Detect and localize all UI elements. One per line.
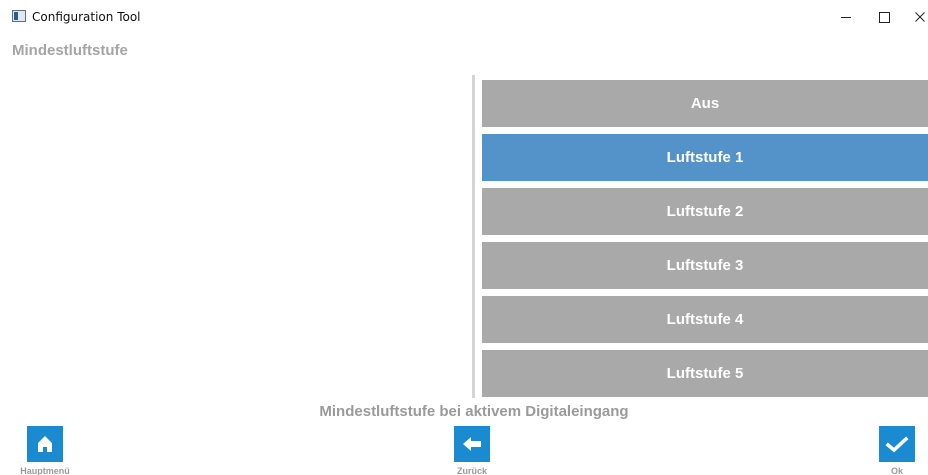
title-bar: Configuration Tool	[0, 0, 928, 34]
page-title: Mindestluftstufe	[12, 42, 128, 59]
app-window: Configuration Tool Mindestluftstufe Aus …	[0, 0, 928, 475]
option-luftstufe-5[interactable]: Luftstufe 5	[482, 350, 928, 397]
minimize-icon	[841, 16, 851, 18]
home-icon	[38, 436, 52, 452]
back-button[interactable]	[454, 426, 490, 462]
arrow-left-icon	[463, 437, 481, 451]
back-label: Zurück	[456, 466, 487, 475]
ok-label: Ok	[890, 466, 903, 475]
maximize-icon	[878, 11, 890, 23]
option-aus[interactable]: Aus	[482, 80, 928, 127]
home-button[interactable]	[27, 426, 63, 462]
maximize-button[interactable]	[864, 0, 904, 34]
option-luftstufe-3[interactable]: Luftstufe 3	[482, 242, 928, 289]
close-icon	[915, 12, 925, 22]
minimize-button[interactable]	[826, 0, 866, 34]
home-label: Hauptmenü	[20, 466, 70, 475]
option-luftstufe-4[interactable]: Luftstufe 4	[482, 296, 928, 343]
option-luftstufe-2[interactable]: Luftstufe 2	[482, 188, 928, 235]
caption: Mindestluftstufe bei aktivem Digitaleing…	[319, 403, 629, 420]
option-luftstufe-1[interactable]: Luftstufe 1	[482, 134, 928, 181]
option-list: Aus Luftstufe 1 Luftstufe 2 Luftstufe 3 …	[482, 80, 928, 404]
ok-button[interactable]	[879, 426, 915, 462]
divider	[472, 75, 475, 398]
app-icon	[12, 10, 26, 22]
close-button[interactable]	[900, 0, 928, 34]
window-title: Configuration Tool	[32, 10, 141, 24]
checkmark-icon	[885, 436, 909, 453]
